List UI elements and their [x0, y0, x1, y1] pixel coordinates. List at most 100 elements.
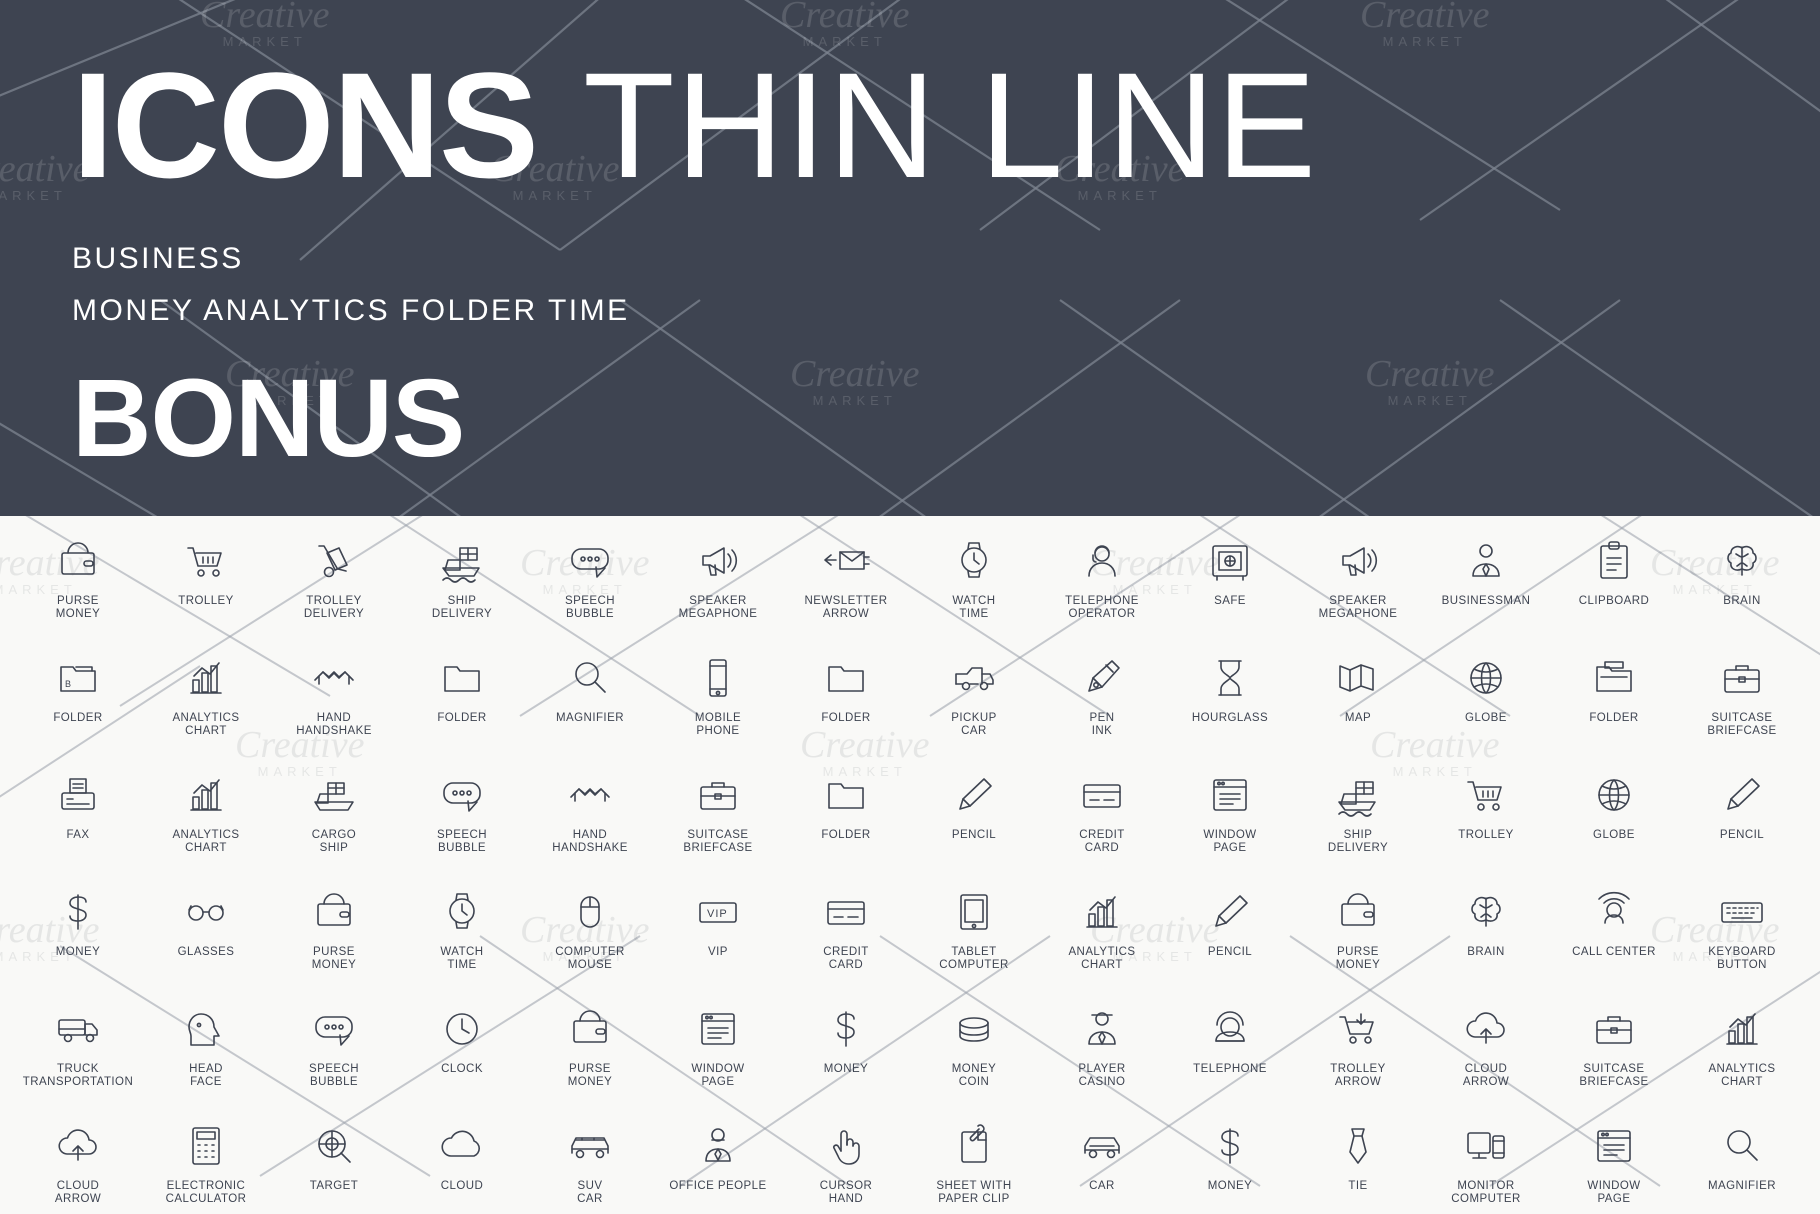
- icon-cell[interactable]: VIP VIP: [654, 877, 782, 994]
- watch-time-icon: [398, 883, 526, 941]
- icon-caption: SHIP DELIVERY: [1327, 829, 1389, 854]
- icon-cell[interactable]: CLOUD ARROW: [1422, 994, 1550, 1111]
- icon-cell[interactable]: PENCIL: [1166, 877, 1294, 994]
- icon-cell[interactable]: MONEY: [1166, 1111, 1294, 1214]
- icon-cell[interactable]: MAP: [1294, 643, 1422, 760]
- icon-cell[interactable]: FAX: [14, 760, 142, 877]
- icon-cell[interactable]: FOLDER: [782, 643, 910, 760]
- icon-cell[interactable]: PEN INK: [1038, 643, 1166, 760]
- icon-cell[interactable]: PLAYER CASINO: [1038, 994, 1166, 1111]
- icon-cell[interactable]: NEWSLETTER ARROW: [782, 526, 910, 643]
- icon-cell[interactable]: WATCH TIME: [398, 877, 526, 994]
- icon-cell[interactable]: TROLLEY: [1422, 760, 1550, 877]
- icon-cell[interactable]: HOURGLASS: [1166, 643, 1294, 760]
- icon-cell[interactable]: WINDOW PAGE: [1550, 1111, 1678, 1214]
- icon-cell[interactable]: SUV CAR: [526, 1111, 654, 1214]
- icon-cell[interactable]: SPEAKER MEGAPHONE: [654, 526, 782, 643]
- icon-cell[interactable]: SPEECH BUBBLE: [270, 994, 398, 1111]
- icon-cell[interactable]: SPEECH BUBBLE: [526, 526, 654, 643]
- icon-cell[interactable]: ELECTRONIC CALCULATOR: [142, 1111, 270, 1214]
- icon-cell[interactable]: CREDIT CARD: [1038, 760, 1166, 877]
- icon-cell[interactable]: MAGNIFIER: [1678, 1111, 1806, 1214]
- icon-cell[interactable]: CURSOR HAND: [782, 1111, 910, 1214]
- icon-cell[interactable]: HAND HANDSHAKE: [526, 760, 654, 877]
- icon-cell[interactable]: ANALYTICS CHART: [142, 643, 270, 760]
- pickup-car-icon: [910, 649, 1038, 707]
- icon-cell[interactable]: TABLET COMPUTER: [910, 877, 1038, 994]
- icon-cell[interactable]: WINDOW PAGE: [654, 994, 782, 1111]
- analytics-chart-icon: [1678, 1000, 1806, 1058]
- icon-cell[interactable]: CLOUD: [398, 1111, 526, 1214]
- icon-caption: CLOUD ARROW: [1462, 1063, 1510, 1088]
- icon-cell[interactable]: OFFICE PEOPLE: [654, 1111, 782, 1214]
- icon-cell[interactable]: MOBILE PHONE: [654, 643, 782, 760]
- icon-cell[interactable]: TARGET: [270, 1111, 398, 1214]
- icon-cell[interactable]: BRAIN: [1678, 526, 1806, 643]
- icon-cell[interactable]: KEYBOARD BUTTON: [1678, 877, 1806, 994]
- bonus-label: BONUS: [72, 357, 465, 480]
- icon-cell[interactable]: MONEY: [782, 994, 910, 1111]
- icon-cell[interactable]: SHEET WITH PAPER CLIP: [910, 1111, 1038, 1214]
- icon-cell[interactable]: CAR: [1038, 1111, 1166, 1214]
- icon-cell[interactable]: BUSINESSMAN: [1422, 526, 1550, 643]
- icon-cell[interactable]: CREDIT CARD: [782, 877, 910, 994]
- icon-cell[interactable]: ANALYTICS CHART: [142, 760, 270, 877]
- icon-cell[interactable]: FOLDER: [1550, 643, 1678, 760]
- icon-cell[interactable]: SAFE: [1166, 526, 1294, 643]
- icon-cell[interactable]: TELEPHONE: [1166, 994, 1294, 1111]
- icon-cell[interactable]: TRUCK TRANSPORTATION: [14, 994, 142, 1111]
- icon-cell[interactable]: PENCIL: [1678, 760, 1806, 877]
- icon-cell[interactable]: FOLDER: [398, 643, 526, 760]
- icon-caption: TARGET: [309, 1180, 359, 1192]
- electronic-calculator-icon: [142, 1117, 270, 1175]
- magnifier-icon: [526, 649, 654, 707]
- icon-cell[interactable]: CLIPBOARD: [1550, 526, 1678, 643]
- icon-cell[interactable]: SHIP DELIVERY: [1294, 760, 1422, 877]
- map-icon: [1294, 649, 1422, 707]
- icon-cell[interactable]: FOLDER: [782, 760, 910, 877]
- icon-cell[interactable]: GLASSES: [142, 877, 270, 994]
- icon-caption: CLOCK: [441, 1063, 483, 1075]
- icon-cell[interactable]: SPEAKER MEGAPHONE: [1294, 526, 1422, 643]
- icon-cell[interactable]: MONEY: [14, 877, 142, 994]
- icon-cell[interactable]: SUITCASE BRIEFCASE: [1550, 994, 1678, 1111]
- icon-cell[interactable]: TROLLEY ARROW: [1294, 994, 1422, 1111]
- icon-cell[interactable]: CARGO SHIP: [270, 760, 398, 877]
- icon-cell[interactable]: SUITCASE BRIEFCASE: [654, 760, 782, 877]
- icon-cell[interactable]: MAGNIFIER: [526, 643, 654, 760]
- icon-cell[interactable]: HAND HANDSHAKE: [270, 643, 398, 760]
- icon-cell[interactable]: PURSE MONEY: [526, 994, 654, 1111]
- icon-cell[interactable]: GLOBE: [1550, 760, 1678, 877]
- icon-cell[interactable]: CALL CENTER: [1550, 877, 1678, 994]
- pencil-icon: [1678, 766, 1806, 824]
- icon-cell[interactable]: COMPUTER MOUSE: [526, 877, 654, 994]
- icon-caption: SPEECH BUBBLE: [437, 829, 487, 854]
- icon-caption: CURSOR HAND: [819, 1180, 873, 1205]
- icon-cell[interactable]: MONITOR COMPUTER: [1422, 1111, 1550, 1214]
- icon-cell[interactable]: TROLLEY DELIVERY: [270, 526, 398, 643]
- icon-cell[interactable]: MONEY COIN: [910, 994, 1038, 1111]
- icon-cell[interactable]: TIE: [1294, 1111, 1422, 1214]
- icon-cell[interactable]: PICKUP CAR: [910, 643, 1038, 760]
- icon-cell[interactable]: SUITCASE BRIEFCASE: [1678, 643, 1806, 760]
- icon-cell[interactable]: TELEPHONE OPERATOR: [1038, 526, 1166, 643]
- icon-cell[interactable]: SPEECH BUBBLE: [398, 760, 526, 877]
- icon-cell[interactable]: PURSE MONEY: [1294, 877, 1422, 994]
- icon-cell[interactable]: BRAIN: [1422, 877, 1550, 994]
- icon-cell[interactable]: PURSE MONEY: [14, 526, 142, 643]
- icon-cell[interactable]: CLOCK: [398, 994, 526, 1111]
- icon-cell[interactable]: TROLLEY: [142, 526, 270, 643]
- icon-cell[interactable]: HEAD FACE: [142, 994, 270, 1111]
- icon-cell[interactable]: WATCH TIME: [910, 526, 1038, 643]
- icon-cell[interactable]: ANALYTICS CHART: [1038, 877, 1166, 994]
- computer-mouse-icon: [526, 883, 654, 941]
- icon-cell[interactable]: PENCIL: [910, 760, 1038, 877]
- icon-cell[interactable]: GLOBE: [1422, 643, 1550, 760]
- icon-cell[interactable]: SHIP DELIVERY: [398, 526, 526, 643]
- icon-cell[interactable]: CLOUD ARROW: [14, 1111, 142, 1214]
- icon-cell[interactable]: B FOLDER: [14, 643, 142, 760]
- icon-cell[interactable]: PURSE MONEY: [270, 877, 398, 994]
- icon-caption: TELEPHONE OPERATOR: [1065, 595, 1139, 620]
- icon-cell[interactable]: ANALYTICS CHART: [1678, 994, 1806, 1111]
- icon-cell[interactable]: WINDOW PAGE: [1166, 760, 1294, 877]
